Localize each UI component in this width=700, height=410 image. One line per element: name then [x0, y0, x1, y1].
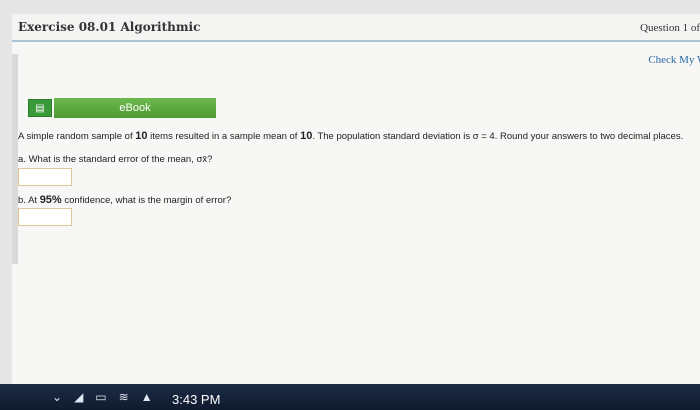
book-icon: ▤: [28, 99, 52, 117]
chevron-icon[interactable]: ⌄: [52, 390, 62, 404]
clock[interactable]: 3:43 PM: [172, 392, 220, 407]
title-bar: Exercise 08.01 Algorithmic Question 1 of: [12, 14, 700, 42]
volume-icon[interactable]: ◢: [74, 390, 83, 404]
confidence-level: 95%: [39, 194, 62, 206]
answer-input-b[interactable]: [18, 208, 72, 226]
sample-mean: 10: [300, 130, 313, 142]
caret-up-icon[interactable]: ▲: [141, 390, 153, 404]
taskbar: ⌄ ◢ ▭ ≋ ▲ 3:43 PM: [0, 384, 700, 410]
question-indicator: Question 1 of: [640, 22, 700, 34]
problem-statement: A simple random sample of 10 items resul…: [18, 130, 684, 142]
ebook-button[interactable]: ▤ eBook: [28, 98, 216, 118]
sample-size: 10: [135, 130, 148, 142]
question-b: b. At 95% confidence, what is the margin…: [18, 194, 232, 206]
battery-icon[interactable]: ▭: [95, 390, 106, 404]
wifi-icon[interactable]: ≋: [119, 390, 129, 404]
check-my-work-link[interactable]: Check My Wo: [648, 54, 700, 66]
sigma-expression: σ = 4: [472, 131, 495, 142]
answer-input-a[interactable]: [18, 168, 72, 186]
exercise-title: Exercise 08.01 Algorithmic: [18, 20, 201, 34]
question-a: a. What is the standard error of the mea…: [18, 154, 213, 165]
exercise-page: Exercise 08.01 Algorithmic Question 1 of…: [12, 14, 700, 384]
ebook-label: eBook: [54, 98, 216, 118]
sigma-xbar-symbol: σx̄: [196, 154, 208, 165]
system-tray: ⌄ ◢ ▭ ≋ ▲: [52, 390, 153, 404]
